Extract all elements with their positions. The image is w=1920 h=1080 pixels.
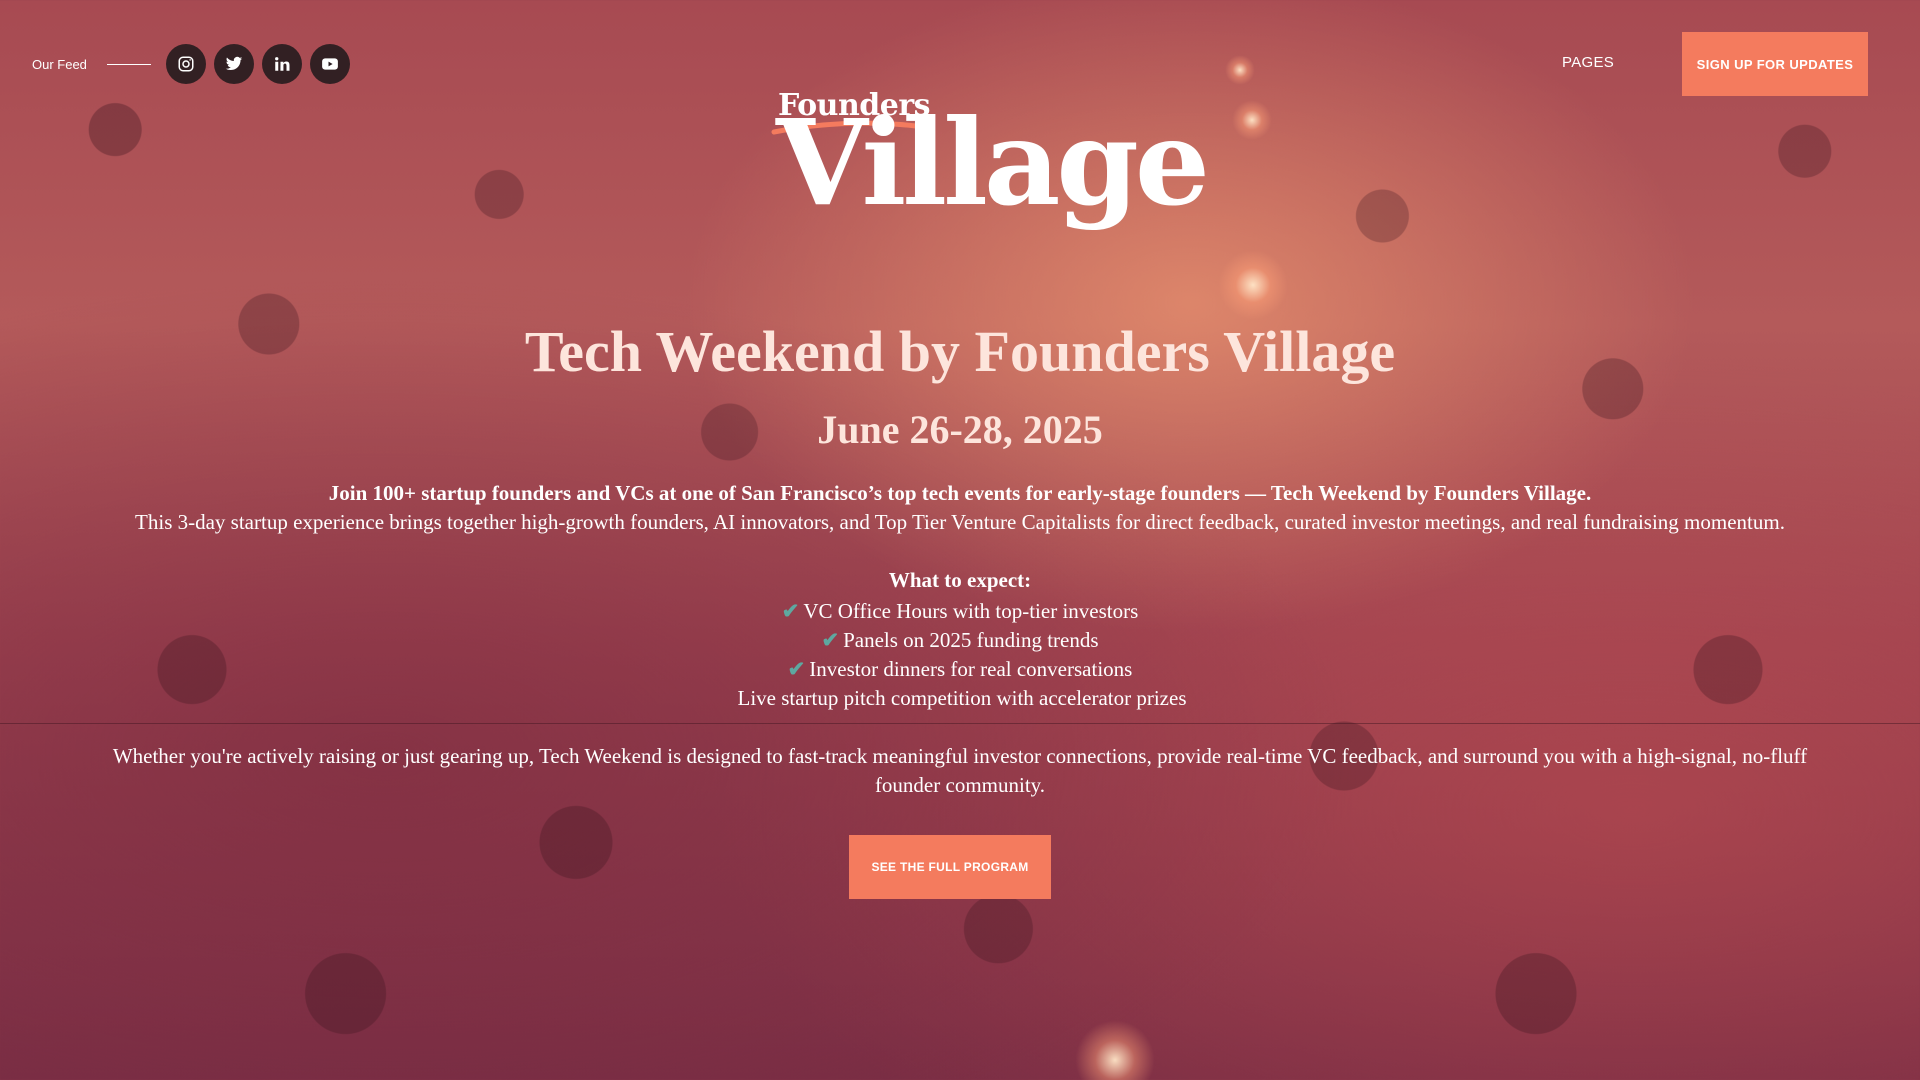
twitter-link[interactable]	[214, 44, 254, 84]
list-item: Live startup pitch competition with acce…	[0, 684, 1920, 713]
founders-village-logo[interactable]: Founders Village	[770, 88, 1210, 268]
list-item-text: Investor dinners for real conversations	[809, 657, 1133, 681]
linkedin-icon	[275, 57, 290, 71]
our-feed: Our Feed	[32, 50, 151, 78]
event-title: Tech Weekend by Founders Village	[524, 319, 1396, 384]
instagram-icon	[178, 56, 194, 72]
photo-divider	[0, 723, 1920, 724]
linkedin-link[interactable]	[262, 44, 302, 84]
string-light	[1218, 250, 1288, 320]
check-icon: ✔	[821, 628, 840, 652]
our-feed-line	[106, 63, 151, 65]
expect-list: ✔ VC Office Hours with top-tier investors…	[0, 597, 1920, 713]
event-date: June 26-28, 2025	[817, 407, 1103, 452]
youtube-link[interactable]	[310, 44, 350, 84]
see-full-program-button[interactable]: SEE THE FULL PROGRAM	[849, 835, 1051, 899]
instagram-link[interactable]	[166, 44, 206, 84]
sign-up-for-updates-button[interactable]: SIGN UP FOR UPDATES	[1682, 32, 1868, 96]
logo-village-text: Village	[776, 93, 1210, 232]
our-feed-label: Our Feed	[32, 56, 87, 72]
expect-heading: What to expect:	[888, 568, 1032, 592]
list-item: ✔ VC Office Hours with top-tier investors	[0, 597, 1920, 626]
twitter-icon	[225, 56, 243, 71]
list-item-text: Panels on 2025 funding trends	[843, 628, 1099, 652]
string-light	[1075, 1020, 1155, 1080]
string-light	[1232, 100, 1272, 140]
youtube-icon	[322, 58, 338, 70]
event-closing-text: Whether you're actively raising or just …	[112, 744, 1808, 797]
string-light	[1225, 55, 1255, 85]
social-links	[166, 44, 350, 84]
event-description: This 3-day startup experience brings tog…	[135, 510, 1785, 534]
list-item-text: VC Office Hours with top-tier investors	[803, 599, 1139, 623]
check-icon: ✔	[787, 657, 806, 681]
event-lead: Join 100+ startup founders and VCs at on…	[328, 481, 1592, 505]
list-item: ✔ Panels on 2025 funding trends	[0, 626, 1920, 655]
list-item-text: Live startup pitch competition with acce…	[737, 686, 1187, 710]
pages-menu-link[interactable]: PAGES	[1562, 54, 1614, 71]
check-icon: ✔	[781, 599, 800, 623]
list-item: ✔ Investor dinners for real conversations	[0, 655, 1920, 684]
